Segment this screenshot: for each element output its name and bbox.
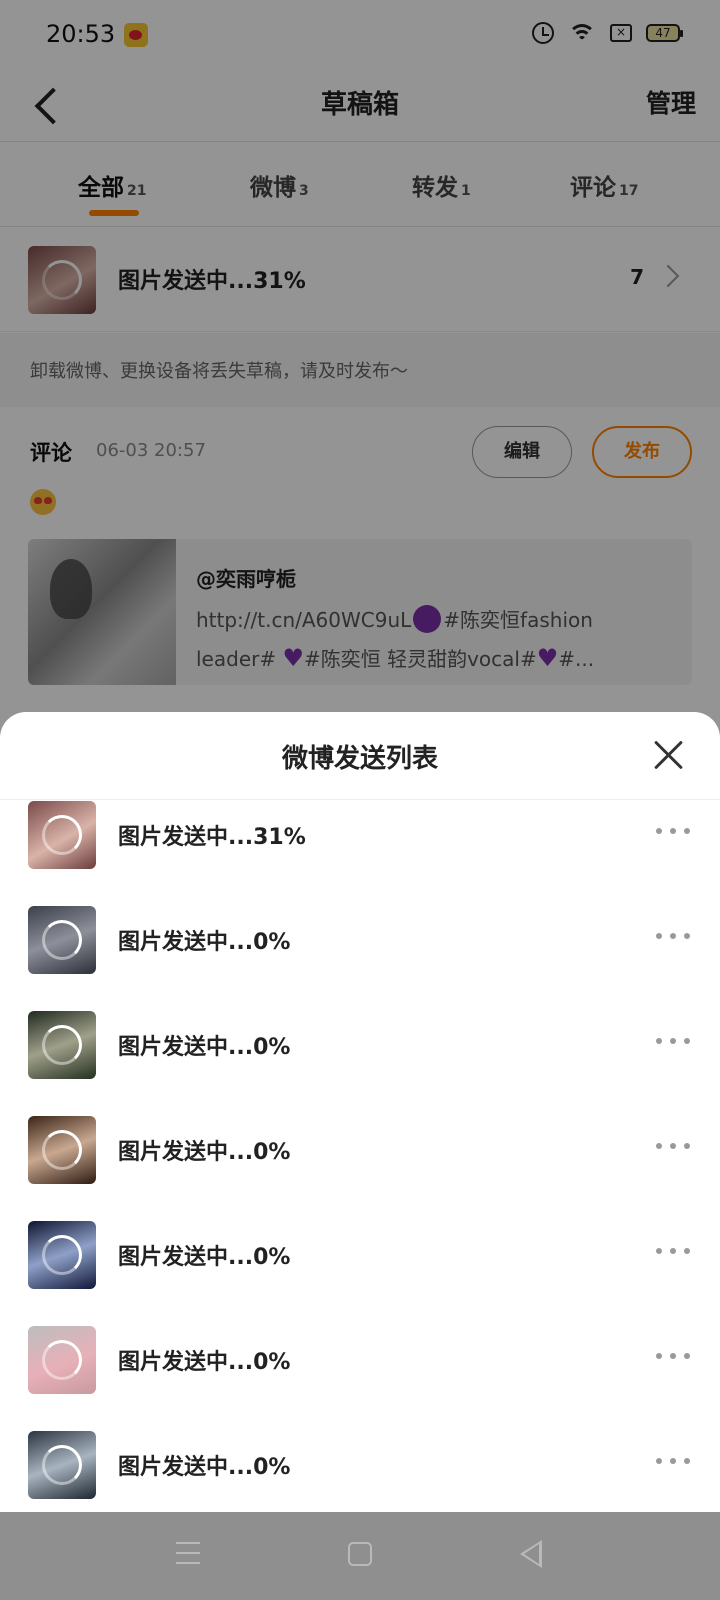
- queue-item[interactable]: 图片发送中...31%: [0, 800, 720, 888]
- queue-item-label: 图片发送中...0%: [118, 1350, 291, 1375]
- queue-item-label: 图片发送中...0%: [118, 1245, 291, 1270]
- system-nav-bar: [0, 1512, 720, 1600]
- queue-item-label: 图片发送中...0%: [118, 1140, 291, 1165]
- queue-item[interactable]: 图片发送中...0%: [0, 888, 720, 993]
- queue-item[interactable]: 图片发送中...0%: [0, 993, 720, 1098]
- loading-spinner-icon: [42, 1445, 82, 1485]
- queue-item-label: 图片发送中...0%: [118, 1035, 291, 1060]
- queue-item[interactable]: 图片发送中...0%: [0, 1413, 720, 1512]
- loading-spinner-icon: [42, 815, 82, 855]
- more-options-icon[interactable]: [656, 1035, 690, 1047]
- queue-thumbnail: [28, 1221, 96, 1289]
- queue-item[interactable]: 图片发送中...0%: [0, 1098, 720, 1203]
- queue-item-label: 图片发送中...0%: [118, 930, 291, 955]
- sheet-title: 微博发送列表: [281, 744, 438, 774]
- send-queue-list: 图片发送中...31% 图片发送中...0% 图片发送中...0% 图片发送中.…: [0, 800, 720, 1512]
- more-options-icon[interactable]: [656, 1140, 690, 1152]
- loading-spinner-icon: [42, 1130, 82, 1170]
- more-options-icon[interactable]: [656, 1245, 690, 1257]
- queue-thumbnail: [28, 1326, 96, 1394]
- queue-item-label: 图片发送中...0%: [118, 1455, 291, 1480]
- queue-item[interactable]: 图片发送中...0%: [0, 1203, 720, 1308]
- send-queue-sheet: 微博发送列表 图片发送中...31% 图片发送中...0% 图片发送中...0%: [0, 712, 720, 1512]
- more-options-icon[interactable]: [656, 825, 690, 837]
- close-icon[interactable]: [652, 738, 686, 772]
- queue-thumbnail: [28, 906, 96, 974]
- loading-spinner-icon: [42, 1340, 82, 1380]
- more-options-icon[interactable]: [656, 1455, 690, 1467]
- sheet-header: 微博发送列表: [0, 712, 720, 800]
- loading-spinner-icon: [42, 1025, 82, 1065]
- loading-spinner-icon: [42, 920, 82, 960]
- home-icon[interactable]: [348, 1542, 372, 1566]
- back-triangle-icon[interactable]: [520, 1540, 542, 1568]
- loading-spinner-icon: [42, 1235, 82, 1275]
- more-options-icon[interactable]: [656, 930, 690, 942]
- queue-item-label: 图片发送中...31%: [118, 825, 306, 850]
- queue-thumbnail: [28, 1011, 96, 1079]
- queue-thumbnail: [28, 801, 96, 869]
- queue-thumbnail: [28, 1431, 96, 1499]
- more-options-icon[interactable]: [656, 1350, 690, 1362]
- queue-item[interactable]: 图片发送中...0%: [0, 1308, 720, 1413]
- menu-icon[interactable]: [176, 1542, 200, 1564]
- queue-thumbnail: [28, 1116, 96, 1184]
